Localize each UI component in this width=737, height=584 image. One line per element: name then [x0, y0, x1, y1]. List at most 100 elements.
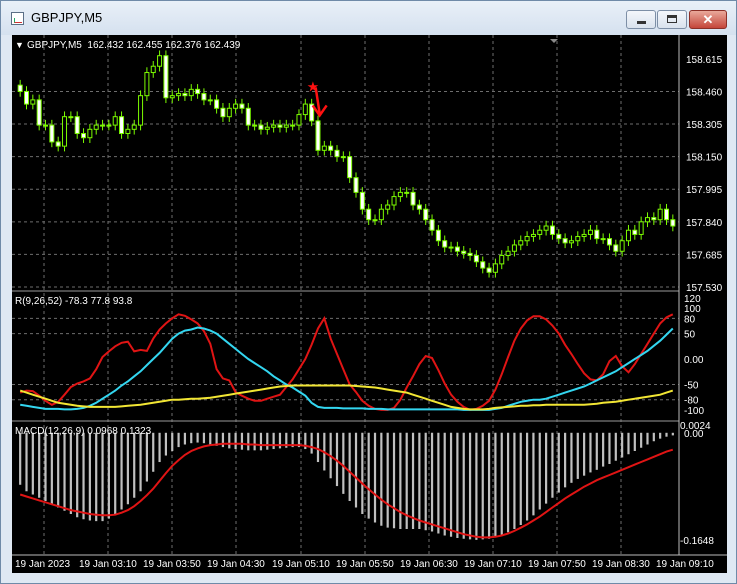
candle-body — [340, 156, 346, 159]
candle-body — [119, 116, 125, 135]
candle-body — [353, 177, 359, 193]
time-tick-label: 19 Jan 08:30 — [592, 559, 650, 570]
candle-body — [321, 145, 327, 151]
candle-body — [638, 221, 644, 235]
candle-body — [473, 254, 479, 263]
candle-body — [366, 208, 372, 221]
chart-window-icon — [11, 12, 24, 25]
candle-body — [385, 204, 391, 210]
candle-body — [207, 99, 213, 102]
candle-body — [587, 229, 593, 235]
candle-body — [416, 204, 422, 210]
candle-body — [87, 128, 93, 139]
candle-body — [245, 107, 251, 126]
time-tick-label: 19 Jan 07:50 — [528, 559, 586, 570]
candle-body — [214, 99, 220, 109]
candle-body — [435, 229, 441, 242]
candle-body — [290, 124, 296, 127]
close-icon: ✕ — [702, 12, 714, 27]
maximize-button[interactable] — [657, 10, 687, 29]
macd-tick-label: -0.1648 — [680, 536, 714, 547]
price-tick-label: 158.305 — [686, 120, 723, 131]
title-bar[interactable]: GBPJPY,M5 ✕ — [1, 1, 736, 35]
oscillator-label: R(9,26,52) -78.3 77.8 93.8 — [15, 296, 133, 307]
maximize-icon — [667, 15, 677, 23]
time-tick-label: 19 Jan 05:50 — [336, 559, 394, 570]
time-tick-label: 19 Jan 06:30 — [400, 559, 458, 570]
candle-body — [315, 120, 321, 151]
candle-body — [106, 124, 112, 127]
candle-body — [24, 90, 30, 105]
osc-tick-label: 0.00 — [684, 355, 704, 366]
candle-body — [461, 250, 467, 254]
candle-body — [36, 99, 42, 126]
candle-body — [562, 238, 568, 244]
candle-body — [556, 233, 562, 240]
candle-body — [252, 124, 258, 127]
candle-body — [328, 145, 334, 151]
candle-body — [100, 124, 106, 127]
candle-body — [632, 229, 638, 235]
osc-tick-label: 80 — [684, 314, 696, 325]
price-tick-label: 157.530 — [686, 283, 723, 294]
candle-body — [81, 133, 87, 139]
close-button[interactable]: ✕ — [689, 10, 727, 29]
candle-body — [480, 261, 486, 269]
candle-body — [423, 208, 429, 221]
price-tick-label: 157.840 — [686, 218, 723, 229]
candle-body — [454, 246, 460, 252]
time-tick-label: 19 Jan 03:10 — [79, 559, 137, 570]
price-tick-label: 157.995 — [686, 185, 723, 196]
candle-body — [397, 191, 403, 198]
candle-body — [644, 217, 650, 223]
time-tick-label: 19 Jan 03:50 — [143, 559, 201, 570]
candle-body — [670, 219, 676, 227]
candle-body — [410, 191, 416, 206]
candle-body — [606, 238, 612, 246]
macd-label: MACD(12,26,9) 0.0968 0.1323 — [15, 426, 152, 437]
candle-body — [49, 124, 55, 143]
candle-body — [372, 219, 378, 222]
minimize-icon — [637, 21, 646, 24]
candle-body — [549, 225, 555, 235]
chart-area[interactable]: 158.615 158.460 158.305 158.150 157.995 157.8… — [12, 35, 727, 573]
candle-body — [258, 124, 264, 130]
candle-body — [651, 217, 657, 221]
candle-body — [518, 240, 524, 246]
candle-body — [613, 244, 619, 252]
candle-body — [499, 254, 505, 265]
candle-body — [220, 107, 226, 118]
time-tick-label: 19 Jan 09:10 — [656, 559, 714, 570]
candle-body — [594, 229, 600, 240]
price-tick-label: 158.150 — [686, 153, 723, 164]
candle-body — [543, 225, 549, 231]
candle-body — [176, 93, 182, 97]
candle-body — [277, 124, 283, 128]
price-tick-label: 157.685 — [686, 250, 723, 261]
time-tick-label: 19 Jan 04:30 — [207, 559, 265, 570]
candle-body — [144, 72, 150, 97]
candle-body — [334, 149, 340, 158]
candle-body — [511, 244, 517, 252]
header-arrow[interactable]: ▼ — [15, 40, 24, 50]
candle-body — [524, 236, 530, 242]
candle-body — [404, 191, 410, 194]
candle-body — [112, 116, 118, 126]
osc-tick-label: 50 — [684, 330, 696, 341]
time-tick-label: 19 Jan 05:10 — [272, 559, 330, 570]
candle-body — [619, 240, 625, 252]
candle-body — [74, 116, 80, 135]
candle-body — [391, 196, 397, 206]
candle-body — [505, 250, 511, 256]
candle-body — [169, 95, 175, 99]
candle-body — [62, 116, 68, 147]
candle-body — [163, 55, 169, 99]
candle-body — [150, 65, 156, 74]
osc-tick-label: -100 — [684, 406, 704, 417]
price-tick-label: 158.460 — [686, 87, 723, 98]
candle-body — [283, 124, 289, 128]
minimize-button[interactable] — [626, 10, 656, 29]
candle-body — [581, 233, 587, 238]
candle-body — [625, 229, 631, 242]
candle-body — [264, 126, 270, 130]
